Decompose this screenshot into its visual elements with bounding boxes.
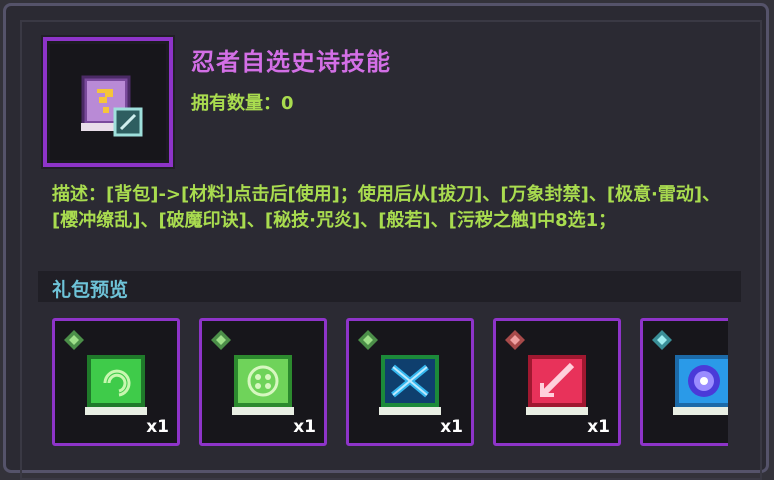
item-title: 忍者自选史诗技能 — [191, 48, 391, 76]
preview-slot-1[interactable]: x1 — [52, 318, 180, 446]
green-gem-icon — [211, 330, 231, 350]
mystery-skill-book-icon — [81, 75, 143, 137]
slot-count: x1 — [440, 417, 463, 437]
blue-cross-skill-book-icon — [379, 355, 441, 415]
gift-preview-list[interactable]: x1 x1 x1 x1 — [50, 318, 728, 461]
cyan-gem-icon — [652, 330, 672, 350]
preview-slot-4[interactable]: x1 — [493, 318, 621, 446]
green-rune-skill-book-icon — [232, 355, 294, 415]
green-swirl-skill-book-icon — [85, 355, 147, 415]
red-slash-skill-book-icon — [526, 355, 588, 415]
item-description: 描述：[背包]->[材料]点击后[使用]；使用后从[拔刀]、[万象封禁]、[极意… — [52, 184, 721, 231]
preview-slot-5[interactable] — [640, 318, 728, 446]
item-icon-box — [43, 37, 173, 167]
preview-slot-2[interactable]: x1 — [199, 318, 327, 446]
slot-count: x1 — [293, 417, 316, 437]
slot-count: x1 — [587, 417, 610, 437]
red-gem-icon — [505, 330, 525, 350]
green-gem-icon — [64, 330, 84, 350]
green-gem-icon — [358, 330, 378, 350]
item-quantity: 拥有数量：0 — [191, 93, 294, 114]
preview-slot-3[interactable]: x1 — [346, 318, 474, 446]
gift-preview-header: 礼包预览 — [38, 271, 741, 302]
gift-preview-label: 礼包预览 — [52, 279, 129, 301]
blue-orb-skill-book-icon — [673, 355, 728, 415]
slot-count: x1 — [146, 417, 169, 437]
